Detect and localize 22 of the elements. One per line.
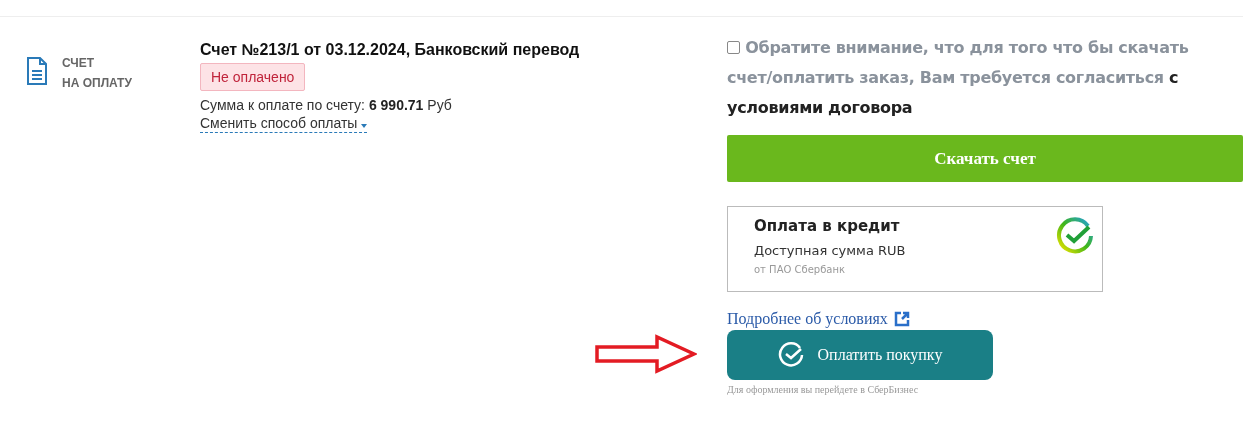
agreement-notice: Обратите внимание, что для того что бы скачать счет/оплатить заказ, Вам требуется согласиться с условиями договора [727, 37, 1190, 119]
caret-icon [361, 124, 368, 128]
document-icon [26, 57, 48, 85]
external-link-icon[interactable] [893, 311, 910, 327]
check-circle-icon [777, 342, 804, 368]
pay-hint: Для оформления вы перейдете в СберБизнес [727, 384, 920, 395]
agreement-checkbox[interactable] [727, 41, 740, 54]
arrow-icon [595, 334, 697, 374]
terms-link[interactable]: Подробнее об условиях [727, 310, 888, 328]
credit-subtitle: Доступная сумма RUB [754, 243, 906, 258]
amount-label: Сумма к оплате по счету: [200, 97, 365, 113]
check-circle-icon [1056, 217, 1094, 255]
amount-value: 6 990.71 [368, 97, 424, 113]
currency-label: Руб [427, 97, 452, 113]
invoice-title: Счет №213/1 от 03.12.2024, Банковский перевод [200, 41, 581, 59]
document-label: СЧЕТ НА ОПЛАТУ [62, 55, 132, 92]
pay-button[interactable]: Оплатить покупку [727, 330, 993, 380]
credit-card[interactable]: Оплата в кредит Доступная сумма RUB от ПАО Сбербанк [727, 206, 1103, 292]
status-badge: Не оплачено [200, 63, 306, 91]
credit-title: Оплата в кредит [754, 217, 901, 235]
credit-provider: от ПАО Сбербанк [754, 264, 847, 275]
change-payment-link[interactable]: Сменить способ оплаты [200, 115, 368, 133]
